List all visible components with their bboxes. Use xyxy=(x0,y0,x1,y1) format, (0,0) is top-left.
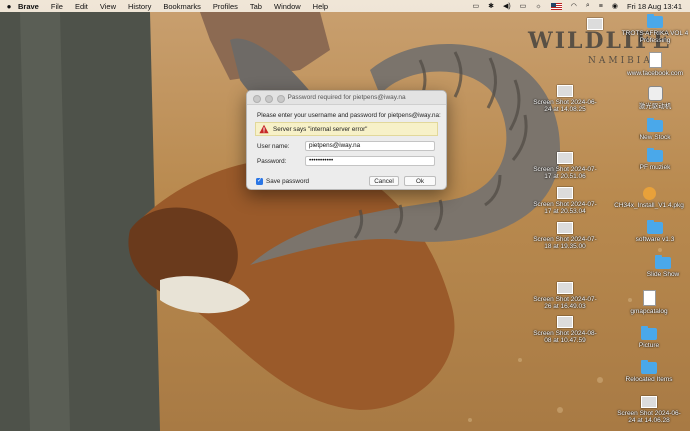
desktop-icon[interactable]: Relocated Items xyxy=(614,360,684,383)
folder-icon xyxy=(647,118,663,132)
desktop-icon[interactable]: Screen Shot 2024-07-18 at 19.35.00 xyxy=(530,222,600,251)
us-flag-input-icon[interactable] xyxy=(550,2,562,10)
menu-file[interactable]: File xyxy=(51,2,63,11)
document-icon xyxy=(642,290,656,306)
bluetooth-icon[interactable]: ✱ xyxy=(488,2,494,10)
desktop-icon-label: Screen Shot 2024-06-24 at 14.08.25 xyxy=(533,99,597,114)
server-warning-text: Server says "internal server error" xyxy=(273,125,368,133)
desktop-icon-label: CH34x_Install_V1.4.pkg xyxy=(614,202,684,209)
menu-bar: ● Brave File Edit View History Bookmarks… xyxy=(0,0,690,12)
desktop-icon[interactable]: Picture xyxy=(614,326,684,349)
menu-brave[interactable]: Brave xyxy=(18,2,39,11)
desktop-icon[interactable]: Screen Shot 2024-06-24 at 14.08.25 xyxy=(530,85,600,114)
desktop-icon-label: Picture xyxy=(638,342,660,349)
dialog-title: Password required for pietpens@iway.na xyxy=(287,93,406,101)
folder-icon xyxy=(655,255,671,269)
screenshot-file-icon xyxy=(587,18,603,30)
folder-icon xyxy=(641,360,657,374)
desktop-icon-label: Screen Shot 2024-08-08 at 10.47.59 xyxy=(533,330,597,345)
desktop-icon[interactable]: Screen Shot 2024-07-17 at 20.53.04 xyxy=(530,187,600,216)
folder-icon xyxy=(647,220,663,234)
screenshot-file-icon xyxy=(557,152,573,164)
desktop-icon[interactable]: www.facebook.com xyxy=(620,52,690,77)
cancel-button[interactable]: Cancel xyxy=(369,176,399,186)
menu-view[interactable]: View xyxy=(100,2,116,11)
menubar-clock[interactable]: Fri 18 Aug 13:41 xyxy=(627,2,682,11)
menu-bookmarks[interactable]: Bookmarks xyxy=(163,2,201,11)
desktop-icon-label: Screen Shot 2024-07-26 at 16.49.03 xyxy=(533,296,597,311)
desktop-icon-label: Screen Shot 2024-07-17 at 20.53.04 xyxy=(533,201,597,216)
desktop-icon[interactable]: New Stock xyxy=(620,118,690,141)
apple-logo-icon[interactable]: ● xyxy=(0,2,18,11)
menu-profiles[interactable]: Profiles xyxy=(213,2,238,11)
server-warning-banner: Server says "internal server error" xyxy=(255,122,438,136)
desktop-icon-label: Slide Show xyxy=(646,271,680,278)
desktop-icon-label: software v1.3 xyxy=(635,236,675,243)
save-password-checkbox[interactable]: ✓ xyxy=(256,178,263,185)
screen-mirroring-icon[interactable]: ▭ xyxy=(472,2,479,10)
desktop-icon-label: 激光驱动机 xyxy=(638,103,672,110)
password-field[interactable] xyxy=(305,156,435,166)
password-dialog: Password required for pietpens@iway.na P… xyxy=(246,90,447,190)
menu-window[interactable]: Window xyxy=(274,2,301,11)
desktop-icon[interactable]: Screen Shot 2024-08-08 at 10.47.59 xyxy=(530,316,600,345)
username-field[interactable] xyxy=(305,141,435,151)
spotlight-search-icon[interactable]: ⌕ xyxy=(586,2,590,10)
desktop-icon-label: Screen Shot 2024-07-18 at 19.35.00 xyxy=(533,236,597,251)
brightness-icon[interactable]: ☼ xyxy=(535,3,541,10)
folder-icon xyxy=(641,326,657,340)
folder-icon xyxy=(647,148,663,162)
menu-tab[interactable]: Tab xyxy=(250,2,262,11)
desktop-icon-label: Relocated Items xyxy=(625,376,673,383)
package-icon xyxy=(642,187,656,200)
menu-help[interactable]: Help xyxy=(313,2,328,11)
desktop-icon-label: TROTS AFRIKA VOL 4 Professing xyxy=(621,30,689,45)
desktop-icon-label: PF muziek xyxy=(639,164,671,171)
desktop-icon[interactable]: PF muziek xyxy=(620,148,690,171)
control-center-icon[interactable]: ≡ xyxy=(599,3,603,10)
screenshot-file-icon xyxy=(557,282,573,294)
folder-icon xyxy=(647,14,663,28)
desktop-icon-label: New Stock xyxy=(639,134,671,141)
screenshot-file-icon xyxy=(557,316,573,328)
app-icon xyxy=(647,86,663,101)
siri-icon[interactable]: ◉ xyxy=(612,2,618,10)
desktop-icon[interactable]: TROTS AFRIKA VOL 4 Professing xyxy=(620,14,690,45)
desktop-icon[interactable]: CH34x_Install_V1.4.pkg xyxy=(614,187,684,209)
desktop-icon[interactable]: Screen Shot 2024-06-24 at 14.06.28 xyxy=(614,396,684,425)
desktop-icon[interactable]: gmapcatalog xyxy=(614,290,684,315)
save-password-option[interactable]: ✓ Save password xyxy=(256,178,309,185)
desktop-icon[interactable]: software v1.3 xyxy=(620,220,690,243)
save-password-label: Save password xyxy=(266,178,310,185)
screenshot-file-icon xyxy=(557,187,573,199)
desktop-icon[interactable]: Slide Show xyxy=(628,255,690,278)
desktop-icon-label: www.facebook.com xyxy=(627,70,683,77)
warning-icon xyxy=(259,124,269,134)
wifi-icon[interactable]: ◠ xyxy=(571,2,577,10)
ok-button[interactable]: Ok xyxy=(404,176,436,186)
screenshot-file-icon xyxy=(557,222,573,234)
desktop-icon-label: Screen Shot 2024-06-24 at 14.06.28 xyxy=(617,410,681,425)
screenshot-file-icon xyxy=(641,396,657,408)
webloc-file-icon xyxy=(648,52,662,68)
desktop-icon-label: Screen Shot 2024-07-17 at 20.51.06 xyxy=(533,166,597,181)
desktop-icon[interactable]: Screen Shot 2024-07-26 at 16.49.03 xyxy=(530,282,600,311)
menu-history[interactable]: History xyxy=(128,2,151,11)
screenshot-file-icon xyxy=(557,85,573,97)
menu-edit[interactable]: Edit xyxy=(75,2,88,11)
volume-icon[interactable]: ◀) xyxy=(503,2,511,10)
dialog-prompt: Please enter your username and password … xyxy=(257,112,441,119)
desktop-icon[interactable]: 激光驱动机 xyxy=(620,86,690,110)
dialog-titlebar[interactable]: Password required for pietpens@iway.na xyxy=(247,91,446,105)
status-area: ▭ ✱ ◀) ▭ ☼ ◠ ⌕ ≡ ◉ Fri 18 Aug 13:41 xyxy=(472,0,682,12)
username-label: User name: xyxy=(257,143,290,150)
battery-icon[interactable]: ▭ xyxy=(520,2,527,10)
desktop-icon-label: gmapcatalog xyxy=(630,308,668,315)
desktop-icon[interactable]: Screen Shot 2024-07-17 at 20.51.06 xyxy=(530,152,600,181)
password-label: Password: xyxy=(257,158,287,165)
